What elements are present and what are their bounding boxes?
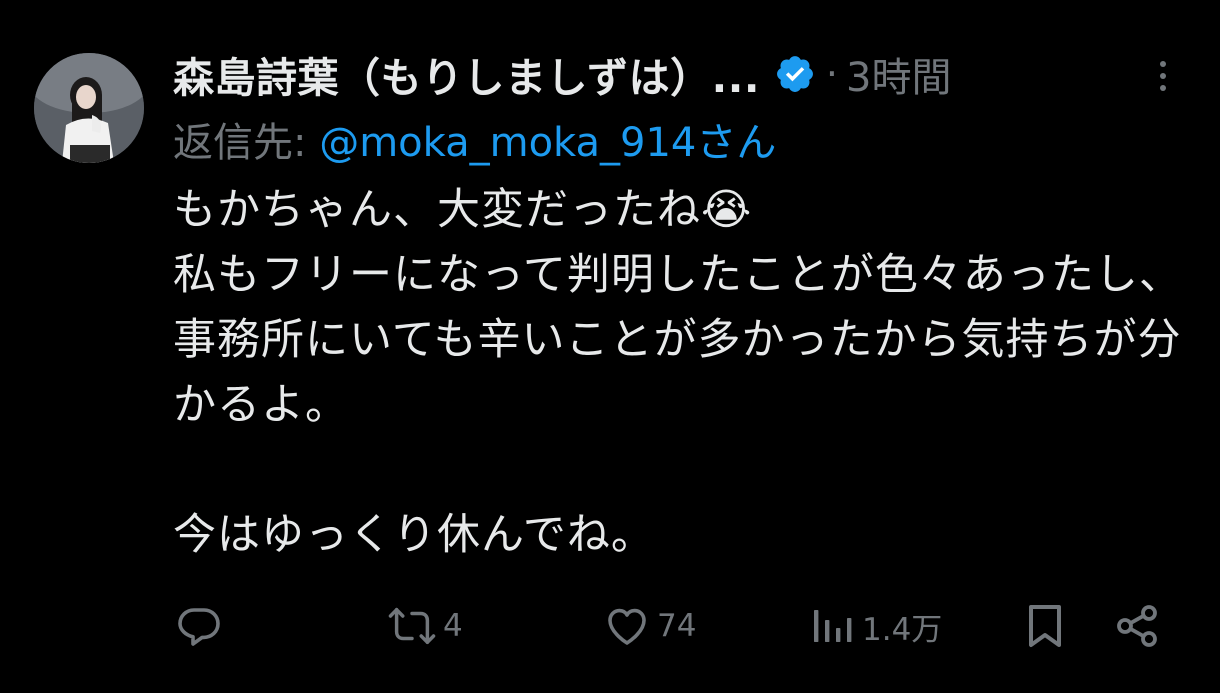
- reply-handle-link[interactable]: @moka_moka_914さん: [319, 120, 776, 166]
- verified-badge-icon: [774, 53, 816, 95]
- action-bar: 4 74 1.4万: [175, 598, 1165, 654]
- heart-icon: [603, 602, 651, 650]
- views-icon: [808, 602, 856, 650]
- like-button[interactable]: 74: [603, 598, 696, 654]
- reply-prefix: 返信先:: [173, 120, 320, 166]
- share-button[interactable]: [1113, 598, 1161, 654]
- retweet-icon: [387, 602, 437, 650]
- reply-icon: [175, 602, 223, 650]
- share-icon: [1113, 602, 1161, 650]
- bookmark-icon: [1023, 602, 1067, 650]
- separator-dot: ·: [825, 52, 838, 96]
- views-button[interactable]: 1.4万: [808, 598, 942, 654]
- views-count: 1.4万: [862, 611, 943, 648]
- like-count: 74: [657, 608, 697, 644]
- retweet-button[interactable]: 4: [387, 598, 463, 654]
- more-options-icon[interactable]: [1145, 58, 1181, 94]
- tweet-header: 森島詩葉（もりしましずは）... · 3時間: [173, 45, 951, 103]
- tweet-text: もかちゃん、大変だったね😭 私もフリーになって判明したことが色々あったし、事務所…: [173, 185, 1183, 560]
- author-display-name[interactable]: 森島詩葉（もりしましずは）...: [173, 44, 760, 104]
- avatar[interactable]: [34, 53, 144, 163]
- tweet[interactable]: 森島詩葉（もりしましずは）... · 3時間 返信先: @moka_moka_9…: [0, 0, 1220, 693]
- reply-button[interactable]: [175, 598, 229, 654]
- reply-context: 返信先: @moka_moka_914さん: [173, 110, 776, 168]
- timestamp[interactable]: 3時間: [846, 45, 951, 103]
- bookmark-button[interactable]: [1023, 598, 1067, 654]
- retweet-count: 4: [443, 608, 463, 644]
